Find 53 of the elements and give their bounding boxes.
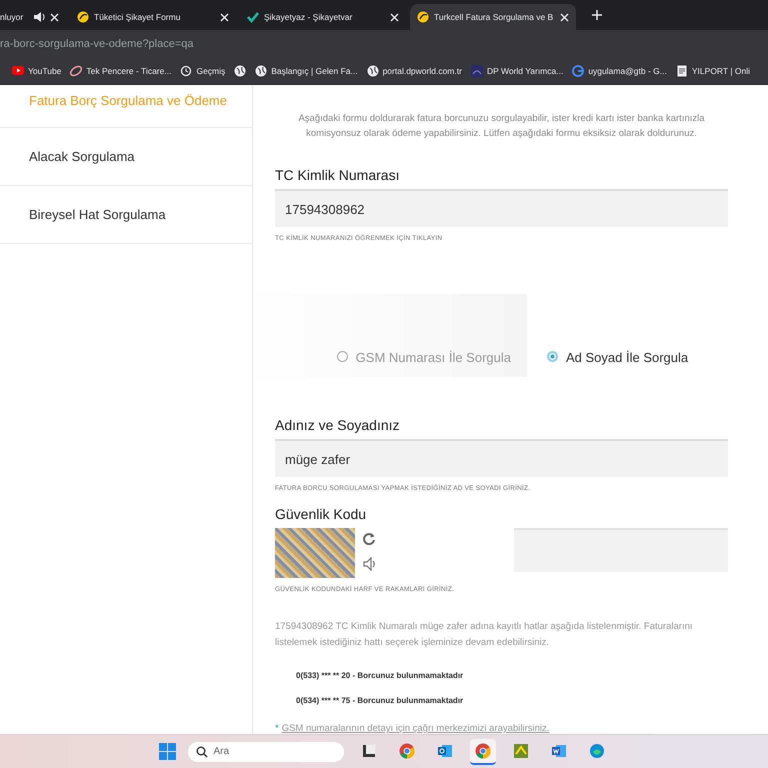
close-button[interactable] <box>220 12 229 22</box>
input-field[interactable]: 17594308962 <box>275 189 728 227</box>
browser-tab[interactable]: Tüketici Şikayet Formu <box>70 4 236 30</box>
bookmark[interactable]: Geçmiş <box>180 65 226 77</box>
g-logo-icon <box>572 65 584 77</box>
address-field[interactable]: ra-borc-sorgulama-ve-odeme?place=qa <box>0 30 768 58</box>
intro-text: Aşağıdaki formu doldurarak fatura borcunuzu sorgulayabilir, ister kredi kartı ister banka kartınızla komisyonsuz olarak ödeme yapabilirsiniz. Lütfen aşağıdaki formu eksiksiz olarak doldurunuz. <box>297 112 706 141</box>
document-icon <box>550 742 566 758</box>
chrome-icon <box>474 742 490 758</box>
field-label: TC Kimlik Numarası <box>275 167 400 183</box>
sidebar-item[interactable]: Bireysel Hat Sorgulama <box>0 186 252 244</box>
speaker-icon <box>363 557 376 571</box>
document-icon <box>676 65 688 77</box>
field-label: Adınız ve Soyadınız <box>275 417 401 433</box>
brand-logo-icon <box>77 11 89 23</box>
captcha-field[interactable] <box>514 528 728 572</box>
tile-icon <box>512 742 528 758</box>
result-text: 17594308962 TC Kimlik Numaralı müge zafer adına kayıtlı hatlar aşağıda listelenmiştir. Faturalarını listelemek istediğiniz hattı seçerek işleminize devam edebilirsiniz. <box>275 620 694 650</box>
video-icon <box>12 65 24 77</box>
windows-start-icon <box>158 743 176 760</box>
close-button[interactable] <box>390 12 399 22</box>
square-logo-icon <box>470 65 483 77</box>
history-icon <box>180 65 192 77</box>
leaf-icon <box>70 65 82 77</box>
phone-line-item[interactable]: 0(533) *** ** 20 - Borcunuz bulunmamaktadır <box>296 671 728 680</box>
search-field[interactable]: Ara <box>188 742 344 762</box>
field-label: Güvenlik Kodu <box>275 506 368 522</box>
close-button[interactable] <box>560 12 569 22</box>
radio-button[interactable] <box>336 351 348 362</box>
bookmark[interactable]: portal.dpworld.com.tr <box>366 65 462 77</box>
phone-line-item[interactable]: 0(534) *** ** 75 - Borcunuz bulunmamaktadır <box>296 696 728 705</box>
brand-logo-icon <box>417 11 429 23</box>
bookmark[interactable]: YILPORT | Onli <box>676 65 750 77</box>
bookmark[interactable]: uygulama@gtb - G... <box>572 65 667 77</box>
bookmark[interactable]: Başlangıç | Gelen Fa... <box>255 65 358 77</box>
chrome-icon <box>398 742 414 758</box>
check-icon <box>247 11 259 23</box>
search-icon <box>196 746 208 758</box>
radio-option[interactable]: Ad Soyad İle Sorgula <box>527 294 728 377</box>
bookmark[interactable]: DP World Yarımca... <box>470 65 564 77</box>
sidebar-item[interactable]: Alacak Sorgulama <box>0 128 252 186</box>
bookmark[interactable]: YouTube <box>12 65 62 77</box>
browser-tab[interactable]: Turkcell Fatura Sorgulama ve B <box>410 4 576 30</box>
browser-tab[interactable]: Şikayetyaz - Şikayetvar <box>240 4 406 30</box>
note-mark: * <box>275 723 279 734</box>
browser-tab[interactable]: nluyor <box>0 4 66 30</box>
refresh-icon <box>363 532 376 545</box>
input-field[interactable]: müge zafer <box>275 439 728 477</box>
close-button[interactable] <box>50 12 59 22</box>
bookmark[interactable]: Tek Pencere - Ticare... <box>70 65 172 77</box>
mail-icon <box>436 742 452 758</box>
radio-button[interactable] <box>547 351 558 362</box>
window-icon <box>360 742 376 758</box>
